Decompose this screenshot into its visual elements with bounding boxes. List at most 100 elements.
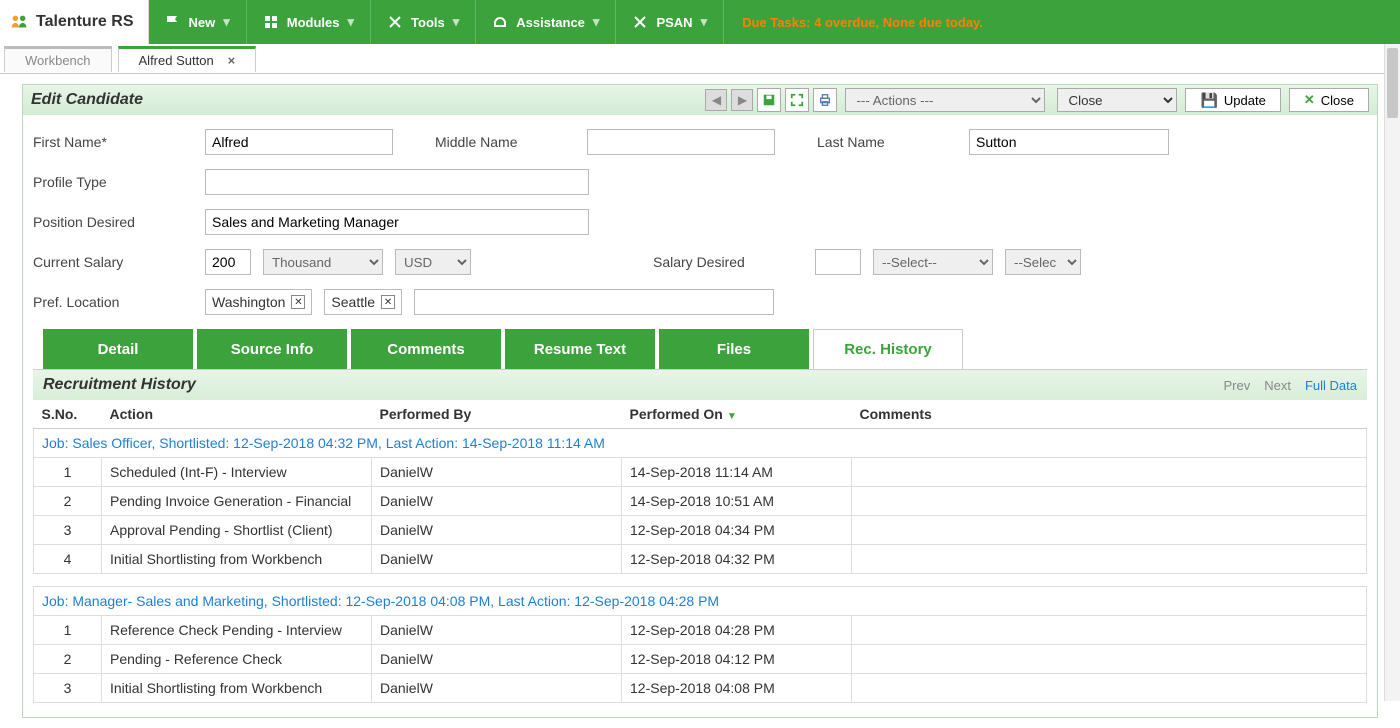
menu-new[interactable]: New ▾	[149, 0, 247, 44]
menu-psan[interactable]: PSAN ▾	[616, 0, 724, 44]
cell-sno: 2	[34, 645, 102, 674]
col-action[interactable]: Action	[102, 400, 372, 429]
subtab-comments[interactable]: Comments	[351, 329, 501, 369]
subtab-source-info[interactable]: Source Info	[197, 329, 347, 369]
salary-desired-input[interactable]	[815, 249, 861, 275]
menu-label: Modules	[287, 15, 340, 30]
position-desired-input[interactable]	[205, 209, 589, 235]
current-salary-input[interactable]	[205, 249, 251, 275]
cell-on: 12-Sep-2018 04:34 PM	[622, 516, 852, 545]
expand-icon-button[interactable]	[785, 88, 809, 112]
expand-icon	[790, 93, 804, 107]
next-record-button[interactable]: ▶	[731, 89, 753, 111]
history-row: 2Pending - Reference CheckDanielW12-Sep-…	[34, 645, 1367, 674]
people-icon	[8, 11, 30, 33]
location-chip-seattle: Seattle ✕	[324, 289, 402, 315]
col-performed-by[interactable]: Performed By	[372, 400, 622, 429]
last-name-input[interactable]	[969, 129, 1169, 155]
puzzle-icon	[263, 14, 279, 30]
cell-sno: 2	[34, 487, 102, 516]
chip-label: Washington	[212, 294, 285, 310]
tab-candidate[interactable]: Alfred Sutton ×	[118, 46, 257, 72]
brand-text: Talenture RS	[36, 13, 134, 31]
cell-comments	[852, 545, 1367, 574]
col-performed-on[interactable]: Performed On▼	[622, 400, 852, 429]
profile-type-input[interactable]	[205, 169, 589, 195]
cell-on: 12-Sep-2018 04:08 PM	[622, 674, 852, 703]
remove-chip-icon[interactable]: ✕	[381, 295, 395, 309]
col-comments[interactable]: Comments	[852, 400, 1367, 429]
menu-tools[interactable]: Tools ▾	[371, 0, 476, 44]
panel-header: Edit Candidate ◀ ▶ --- Actions --- Close…	[23, 85, 1377, 115]
history-prev-link[interactable]: Prev	[1224, 378, 1251, 393]
middle-name-label: Middle Name	[435, 134, 575, 150]
save-icon-button[interactable]	[757, 88, 781, 112]
position-desired-label: Position Desired	[33, 214, 193, 230]
cell-on: 12-Sep-2018 04:32 PM	[622, 545, 852, 574]
cell-action: Approval Pending - Shortlist (Client)	[102, 516, 372, 545]
salary-unit-select[interactable]: Thousand	[263, 249, 383, 275]
cell-comments	[852, 458, 1367, 487]
tab-strip: Workbench Alfred Sutton ×	[0, 44, 1400, 74]
cell-action: Initial Shortlisting from Workbench	[102, 545, 372, 574]
cell-comments	[852, 616, 1367, 645]
cell-sno: 4	[34, 545, 102, 574]
chevron-down-icon: ▾	[453, 14, 460, 30]
menu-label: New	[189, 15, 216, 30]
notification-bar[interactable]: Due Tasks: 4 overdue, None due today.	[724, 0, 1400, 44]
cell-by: DanielW	[372, 645, 622, 674]
close-dropdown[interactable]: Close	[1057, 88, 1177, 112]
salary-currency-select[interactable]: USD	[395, 249, 471, 275]
printer-icon	[818, 93, 832, 107]
menu-assistance[interactable]: Assistance ▾	[476, 0, 616, 44]
notification-text: Due Tasks: 4 overdue, None due today.	[742, 15, 983, 30]
recruitment-history-panel: Recruitment History Prev Next Full Data …	[33, 369, 1367, 703]
history-row: 3Approval Pending - Shortlist (Client)Da…	[34, 516, 1367, 545]
last-name-label: Last Name	[817, 134, 957, 150]
scrollbar-thumb[interactable]	[1387, 48, 1398, 118]
menu-label: Assistance	[516, 15, 585, 30]
first-name-input[interactable]	[205, 129, 393, 155]
salary-desired-currency-select[interactable]: --Selec	[1005, 249, 1081, 275]
history-table: S.No. Action Performed By Performed On▼ …	[33, 400, 1367, 703]
job-header-row[interactable]: Job: Sales Officer, Shortlisted: 12-Sep-…	[34, 429, 1367, 458]
remove-chip-icon[interactable]: ✕	[291, 295, 305, 309]
middle-name-input[interactable]	[587, 129, 775, 155]
location-add-input[interactable]	[414, 289, 774, 315]
history-row: 1Reference Check Pending - InterviewDani…	[34, 616, 1367, 645]
job-header-row[interactable]: Job: Manager- Sales and Marketing, Short…	[34, 587, 1367, 616]
prev-record-button[interactable]: ◀	[705, 89, 727, 111]
update-button[interactable]: 💾 Update	[1185, 88, 1280, 112]
chevron-down-icon: ▾	[593, 14, 600, 30]
tools-icon	[387, 14, 403, 30]
chevron-down-icon: ▾	[701, 14, 708, 30]
history-full-data-link[interactable]: Full Data	[1305, 378, 1357, 393]
col-label: Performed On	[630, 406, 723, 422]
subtab-detail[interactable]: Detail	[43, 329, 193, 369]
subtab-resume-text[interactable]: Resume Text	[505, 329, 655, 369]
chip-label: Seattle	[331, 294, 375, 310]
salary-desired-unit-select[interactable]: --Select--	[873, 249, 993, 275]
close-icon[interactable]: ×	[228, 53, 236, 68]
edit-candidate-panel: Edit Candidate ◀ ▶ --- Actions --- Close…	[22, 84, 1378, 718]
first-name-label: First Name*	[33, 134, 193, 150]
close-button[interactable]: ✕ Close	[1289, 88, 1369, 112]
tab-workbench[interactable]: Workbench	[4, 46, 112, 72]
cell-by: DanielW	[372, 487, 622, 516]
salary-desired-label: Salary Desired	[653, 254, 803, 270]
subtab-files[interactable]: Files	[659, 329, 809, 369]
candidate-form: First Name* Middle Name Last Name Profil…	[23, 115, 1377, 717]
history-row: 4Initial Shortlisting from WorkbenchDani…	[34, 545, 1367, 574]
subtab-rec-history[interactable]: Rec. History	[813, 329, 963, 369]
cell-by: DanielW	[372, 458, 622, 487]
history-next-link[interactable]: Next	[1264, 378, 1291, 393]
col-sno[interactable]: S.No.	[34, 400, 102, 429]
print-icon-button[interactable]	[813, 88, 837, 112]
headset-icon	[492, 14, 508, 30]
menu-modules[interactable]: Modules ▾	[247, 0, 371, 44]
actions-dropdown[interactable]: --- Actions ---	[845, 88, 1045, 112]
vertical-scrollbar[interactable]	[1384, 44, 1400, 701]
flag-icon	[165, 14, 181, 30]
history-row: 3Initial Shortlisting from WorkbenchDani…	[34, 674, 1367, 703]
tab-label: Alfred Sutton	[139, 53, 214, 68]
